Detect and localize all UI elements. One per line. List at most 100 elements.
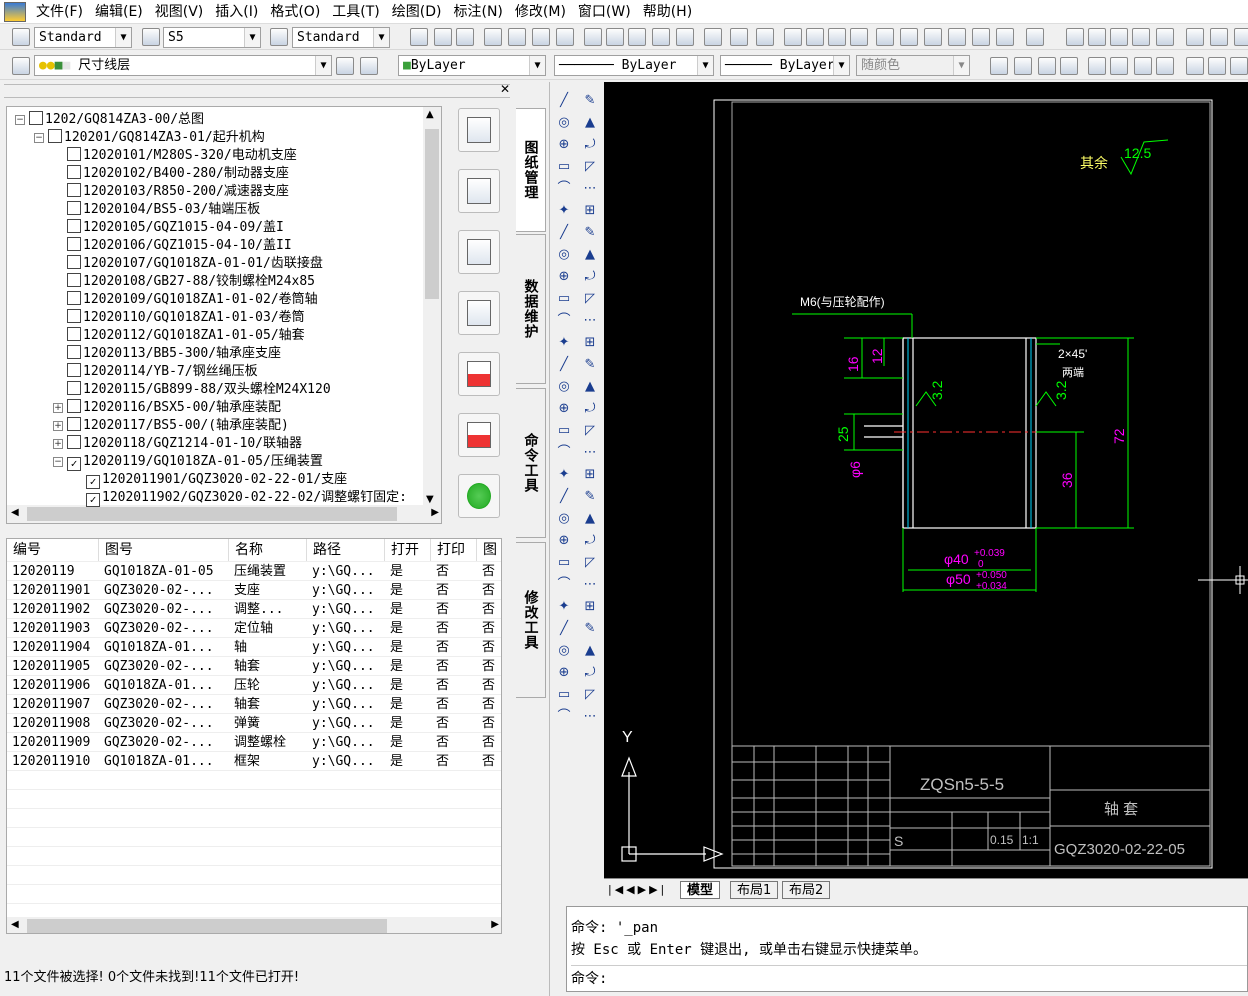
draw-tool-icon[interactable]: ✦: [555, 598, 573, 616]
grid-cell[interactable]: 是: [385, 581, 431, 600]
grid-cell[interactable]: 是: [385, 638, 431, 657]
dimension-tool-icon[interactable]: [1110, 57, 1128, 75]
side-button[interactable]: [458, 474, 500, 518]
grid-cell[interactable]: GQZ3020-02-...: [99, 581, 229, 600]
modify-tool-icon[interactable]: ⋯: [581, 576, 599, 594]
tree-node[interactable]: 12020106/GQZ1015-04-10/盖II: [67, 237, 292, 255]
grid-cell[interactable]: 12020119: [7, 562, 99, 581]
tree-node[interactable]: ✓ 1202011901/GQZ3020-02-22-01/支座: [86, 471, 347, 489]
toolbar-button-icon[interactable]: [1210, 28, 1228, 46]
dim-style-icon[interactable]: [142, 28, 160, 46]
grid-cell[interactable]: y:\GQ...: [307, 676, 385, 695]
side-button[interactable]: [458, 169, 500, 213]
tree-node[interactable]: 12020109/GQ1018ZA1-01-02/卷筒轴: [67, 291, 318, 309]
draw-tool-icon[interactable]: ╱: [555, 488, 573, 506]
toolbar-button-icon[interactable]: [1026, 28, 1044, 46]
grid-cell[interactable]: 否: [431, 733, 477, 752]
draw-tool-icon[interactable]: ◎: [555, 510, 573, 528]
toolbar-button-icon[interactable]: [1156, 28, 1174, 46]
menu-item-8[interactable]: 修改(M): [509, 1, 572, 23]
grid-cell[interactable]: 1202011903: [7, 619, 99, 638]
grid-header-2[interactable]: 名称: [229, 539, 307, 561]
tree-checkbox[interactable]: [67, 147, 81, 161]
toolbar-button-icon[interactable]: [410, 28, 428, 46]
grid-cell[interactable]: y:\GQ...: [307, 752, 385, 771]
grid-cell[interactable]: y:\GQ...: [307, 581, 385, 600]
toolbar-button-icon[interactable]: [876, 28, 894, 46]
draw-tool-icon[interactable]: ⊕: [555, 268, 573, 286]
tab-2[interactable]: 命令工具: [516, 388, 546, 538]
grid-cell[interactable]: 否: [477, 600, 501, 619]
grid-cell[interactable]: 是: [385, 714, 431, 733]
dimension-tool-icon[interactable]: [1134, 57, 1152, 75]
scroll-left-icon[interactable]: ◀: [11, 507, 19, 518]
toolbar-button-icon[interactable]: [434, 28, 452, 46]
tree-node[interactable]: 12020110/GQ1018ZA1-01-03/卷筒: [67, 309, 305, 327]
draw-tool-icon[interactable]: ⌒: [555, 312, 573, 330]
toolbar-button-icon[interactable]: [1088, 28, 1106, 46]
tree-expander-icon[interactable]: −: [15, 115, 25, 125]
modify-tool-icon[interactable]: ⋯: [581, 312, 599, 330]
modify-tool-icon[interactable]: ▲: [581, 246, 599, 264]
grid-cell[interactable]: 压轮: [229, 676, 307, 695]
grid-cell[interactable]: 否: [431, 676, 477, 695]
toolbar-button-icon[interactable]: [652, 28, 670, 46]
grid-header-4[interactable]: 打开: [385, 539, 431, 561]
draw-tool-icon[interactable]: ╱: [555, 620, 573, 638]
tree-checkbox[interactable]: [67, 273, 81, 287]
toolbar-button-icon[interactable]: [1066, 28, 1084, 46]
tree-node[interactable]: 12020107/GQ1018ZA-01-01/齿联接盘: [67, 255, 323, 273]
grid-cell[interactable]: y:\GQ...: [307, 733, 385, 752]
dim-style-select[interactable]: S5 ▼: [163, 27, 261, 48]
grid-cell[interactable]: GQZ3020-02-...: [99, 733, 229, 752]
tree-node[interactable]: 12020104/BS5-03/轴端压板: [67, 201, 260, 219]
toolbar-button-icon[interactable]: [972, 28, 990, 46]
modify-tool-icon[interactable]: ◸: [581, 554, 599, 572]
tree-checkbox[interactable]: [67, 165, 81, 179]
tree-node[interactable]: 12020101/M280S-320/电动机支座: [67, 147, 297, 165]
menu-item-0[interactable]: 文件(F): [30, 1, 89, 23]
tree-node[interactable]: 12020114/YB-7/钢丝绳压板: [67, 363, 258, 381]
grid-hscrollbar[interactable]: ◀ ▶: [7, 917, 501, 933]
grid-cell[interactable]: GQ1018ZA-01...: [99, 676, 229, 695]
menu-item-7[interactable]: 标注(N): [448, 1, 509, 23]
grid-cell[interactable]: 1202011910: [7, 752, 99, 771]
modify-tool-icon[interactable]: ⤾: [581, 268, 599, 286]
grid-cell[interactable]: GQ1018ZA-01...: [99, 752, 229, 771]
toolbar-button-icon[interactable]: [584, 28, 602, 46]
toolbar-button-icon[interactable]: [850, 28, 868, 46]
grid-cell[interactable]: 1202011905: [7, 657, 99, 676]
menu-item-2[interactable]: 视图(V): [149, 1, 210, 23]
tree-node[interactable]: 12020117/BS5-00/(轴承座装配): [67, 417, 289, 435]
grid-cell[interactable]: 定位轴: [229, 619, 307, 638]
draw-tool-icon[interactable]: ✦: [555, 334, 573, 352]
make-layer-current-icon[interactable]: [336, 57, 354, 75]
modify-tool-icon[interactable]: ✎: [581, 224, 599, 242]
toolbar-button-icon[interactable]: [1234, 28, 1248, 46]
draw-tool-icon[interactable]: ⊕: [555, 532, 573, 550]
tree-node[interactable]: 12020102/B400-280/制动器支座: [67, 165, 289, 183]
draw-tool-icon[interactable]: ◎: [555, 246, 573, 264]
modify-tool-icon[interactable]: ⋯: [581, 708, 599, 726]
modify-tool-icon[interactable]: ◸: [581, 158, 599, 176]
draw-tool-icon[interactable]: ✦: [555, 466, 573, 484]
toolbar-button-icon[interactable]: [628, 28, 646, 46]
tree-checkbox[interactable]: [67, 363, 81, 377]
grid-hscroll-thumb[interactable]: [27, 919, 387, 933]
grid-header-5[interactable]: 打印: [431, 539, 477, 561]
toolbar-button-icon[interactable]: [676, 28, 694, 46]
scroll-down-icon[interactable]: ▼: [426, 494, 434, 505]
grid-cell[interactable]: 是: [385, 657, 431, 676]
tree-checkbox[interactable]: [67, 183, 81, 197]
toolbar-button-icon[interactable]: [996, 28, 1014, 46]
toolbar-button-icon[interactable]: [508, 28, 526, 46]
dimension-tool-icon[interactable]: [1186, 57, 1204, 75]
menu-item-1[interactable]: 编辑(E): [89, 1, 149, 23]
draw-tool-icon[interactable]: ╱: [555, 92, 573, 110]
close-icon[interactable]: ✕: [498, 82, 512, 96]
app-icon[interactable]: [4, 1, 26, 22]
side-button[interactable]: [458, 108, 500, 152]
grid-cell[interactable]: 是: [385, 752, 431, 771]
grid-cell[interactable]: 1202011901: [7, 581, 99, 600]
layer-previous-icon[interactable]: [360, 57, 378, 75]
